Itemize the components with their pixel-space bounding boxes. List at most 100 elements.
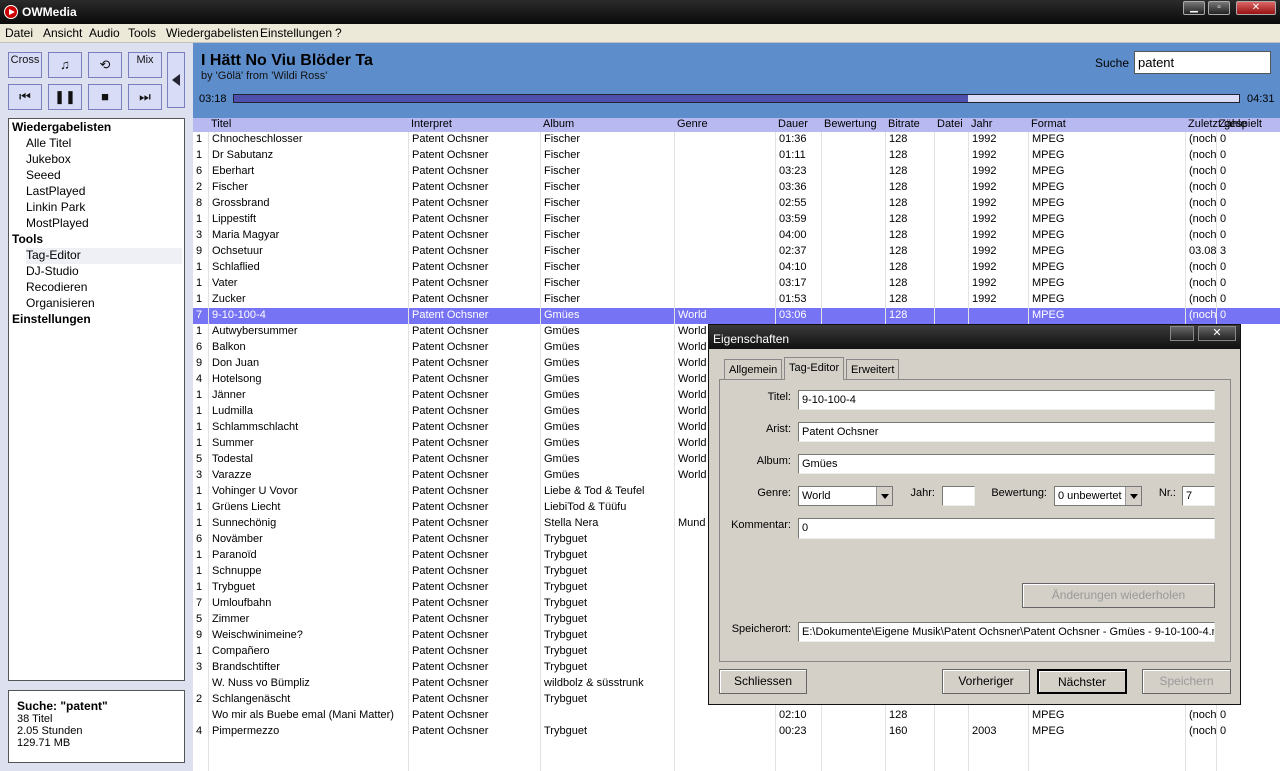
tab-tag-editor[interactable]: Tag-Editor	[784, 357, 845, 380]
nav-heading-playlists[interactable]: Wiedergabelisten	[12, 120, 111, 134]
dialog-close-button[interactable]: ✕	[1198, 326, 1236, 341]
cell-titel: Balkon	[212, 341, 246, 353]
column-header-jahr[interactable]: Jahr	[969, 118, 992, 130]
titel-field[interactable]: 9-10-100-4	[798, 390, 1215, 410]
table-row[interactable]: 1 Schlaflied Patent Ochsner Fischer 04:10 128…	[193, 260, 1280, 276]
column-header-interpret[interactable]: Interpret	[409, 118, 452, 130]
column-header-format[interactable]: Format	[1029, 118, 1066, 130]
table-row[interactable]: 4 Pimpermezzo Patent Ochsner Trybguet 00:23 1…	[193, 724, 1280, 740]
table-row[interactable]: 8 Grossbrand Patent Ochsner Fischer 02:55 128…	[193, 196, 1280, 212]
column-header-genre[interactable]: Genre	[675, 118, 708, 130]
nav-item-linkin-park[interactable]: Linkin Park	[26, 200, 182, 216]
next-button[interactable]: Nächster	[1037, 669, 1127, 694]
column-header-dauer[interactable]: Dauer	[776, 118, 808, 130]
nav-item-tag-editor[interactable]: Tag-Editor	[26, 248, 182, 264]
column-header-datei[interactable]: Datei	[935, 118, 963, 130]
cell-dauer: 03:59	[779, 213, 807, 225]
column-header-album[interactable]: Album	[541, 118, 574, 130]
close-button[interactable]: ✕	[1236, 1, 1276, 15]
stop-icon[interactable]: ■	[88, 84, 122, 110]
cell-album: Trybguet	[544, 565, 588, 577]
cell-album: Liebe & Tod & Teufel	[544, 485, 645, 497]
nav-item-recodieren[interactable]: Recodieren	[26, 280, 182, 296]
cell-no: 2	[196, 181, 203, 193]
cell-album: Gmües	[544, 421, 580, 433]
crossfade-button[interactable]: Cross	[8, 52, 42, 78]
cell-interpret: Patent Ochsner	[412, 293, 489, 305]
playback-progress[interactable]	[233, 94, 1240, 103]
cell-no: 1	[196, 517, 203, 529]
cell-format: MPEG	[1032, 261, 1065, 273]
cell-no: 7	[196, 309, 203, 321]
note-icon[interactable]: ♫	[48, 52, 82, 78]
cell-no: 1	[196, 549, 203, 561]
album-field[interactable]: Gmües	[798, 454, 1215, 474]
table-row[interactable]: 1 Vater Patent Ochsner Fischer 03:17 128 1992 M…	[193, 276, 1280, 292]
next-track-icon[interactable]: ⏭	[128, 84, 162, 110]
speicherort-field[interactable]: E:\Dokumente\Eigene Musik\Patent Ochsner…	[798, 622, 1215, 642]
genre-select[interactable]: World	[798, 486, 893, 506]
dialog-minimize-button[interactable]	[1170, 326, 1194, 341]
column-header-bitrate[interactable]: Bitrate	[886, 118, 920, 130]
kommentar-field[interactable]: 0	[798, 518, 1215, 539]
column-header-zaehle[interactable]: Zähle	[1217, 118, 1247, 130]
cell-interpret: Patent Ochsner	[412, 261, 489, 273]
table-row[interactable]: 1 Zucker Patent Ochsner Fischer 01:53 128 1992…	[193, 292, 1280, 308]
nav-item-alle-titel[interactable]: Alle Titel	[26, 136, 182, 152]
menu-help[interactable]: ?	[335, 26, 342, 40]
nav-item-jukebox[interactable]: Jukebox	[26, 152, 182, 168]
table-header: Titel Interpret Album Genre Dauer Bewertung Bi…	[193, 118, 1280, 132]
repeat-icon[interactable]: ⟲	[88, 52, 122, 78]
table-row[interactable]: 1 Dr Sabutanz Patent Ochsner Fischer 01:11 12…	[193, 148, 1280, 164]
nr-field[interactable]: 7	[1182, 486, 1215, 506]
pause-icon[interactable]: ❚❚	[48, 84, 82, 110]
tab-allgemein[interactable]: Allgemein	[724, 359, 783, 379]
minimize-button[interactable]: ▁	[1183, 1, 1205, 15]
cell-interpret: Patent Ochsner	[412, 501, 489, 513]
menu-datei[interactable]: Datei	[5, 26, 33, 40]
cell-zuletzt: (noch nie)	[1189, 149, 1216, 161]
table-row[interactable]: 2 Fischer Patent Ochsner Fischer 03:36 128 199…	[193, 180, 1280, 196]
search-input[interactable]	[1134, 51, 1271, 74]
nav-item-organisieren[interactable]: Organisieren	[26, 296, 182, 312]
column-header-bewertung[interactable]: Bewertung	[822, 118, 877, 130]
cell-titel: Zucker	[212, 293, 246, 305]
menu-audio[interactable]: Audio	[89, 26, 120, 40]
repeat-changes-button[interactable]: Änderungen wiederholen	[1022, 583, 1215, 608]
nav-heading-tools[interactable]: Tools	[12, 232, 43, 246]
cell-no: 1	[196, 437, 203, 449]
cell-interpret: Patent Ochsner	[412, 661, 489, 673]
maximize-button[interactable]: ▫	[1208, 1, 1230, 15]
menu-ansicht[interactable]: Ansicht	[43, 26, 82, 40]
previous-button[interactable]: Vorheriger	[942, 669, 1030, 694]
nav-item-dj-studio[interactable]: DJ-Studio	[26, 264, 182, 280]
cell-zaehle: 0	[1220, 277, 1227, 289]
jahr-field[interactable]	[942, 486, 975, 506]
nav-item-mostplayed[interactable]: MostPlayed	[26, 216, 182, 232]
table-row[interactable]: 1 Chnocheschlosser Patent Ochsner Fischer 01…	[193, 132, 1280, 148]
menu-wiedergabelisten[interactable]: Wiedergabelisten	[166, 26, 259, 40]
tab-erweitert[interactable]: Erweitert	[846, 359, 900, 379]
navigation-tree: Wiedergabelisten Alle Titel Jukebox Seee…	[8, 118, 185, 681]
menu-tools[interactable]: Tools	[128, 26, 156, 40]
table-row[interactable]: 3 Maria Magyar Patent Ochsner Fischer 04:00 1…	[193, 228, 1280, 244]
collapse-panel-button[interactable]	[167, 52, 185, 108]
save-button[interactable]: Speichern	[1142, 669, 1231, 694]
bewertung-select[interactable]: 0 unbewertet	[1054, 486, 1142, 506]
close-dialog-button[interactable]: Schliessen	[719, 669, 807, 694]
artist-field[interactable]: Patent Ochsner	[798, 422, 1215, 442]
table-row[interactable]: Wo mir als Buebe emal (Mani Matter) Paten…	[193, 708, 1280, 724]
table-row[interactable]: 9 Ochsetuur Patent Ochsner Fischer 02:37 128 1…	[193, 244, 1280, 260]
table-row[interactable]: 1 Lippestift Patent Ochsner Fischer 03:59 128…	[193, 212, 1280, 228]
menu-einstellungen[interactable]: Einstellungen	[260, 26, 332, 40]
previous-track-icon[interactable]: ⏮	[8, 84, 42, 110]
nav-item-seeed[interactable]: Seeed	[26, 168, 182, 184]
now-playing-title: I Hätt No Viu Blöder Ta	[201, 52, 373, 69]
column-header-titel[interactable]: Titel	[209, 118, 231, 130]
nav-heading-einstellungen[interactable]: Einstellungen	[12, 312, 91, 326]
table-row[interactable]: 7 9-10-100-4 Patent Ochsner Gmües World 03:06…	[193, 308, 1280, 324]
mix-button[interactable]: Mix	[128, 52, 162, 78]
cell-jahr: 1992	[972, 293, 997, 305]
table-row[interactable]: 6 Eberhart Patent Ochsner Fischer 03:23 128 19…	[193, 164, 1280, 180]
nav-item-lastplayed[interactable]: LastPlayed	[26, 184, 182, 200]
